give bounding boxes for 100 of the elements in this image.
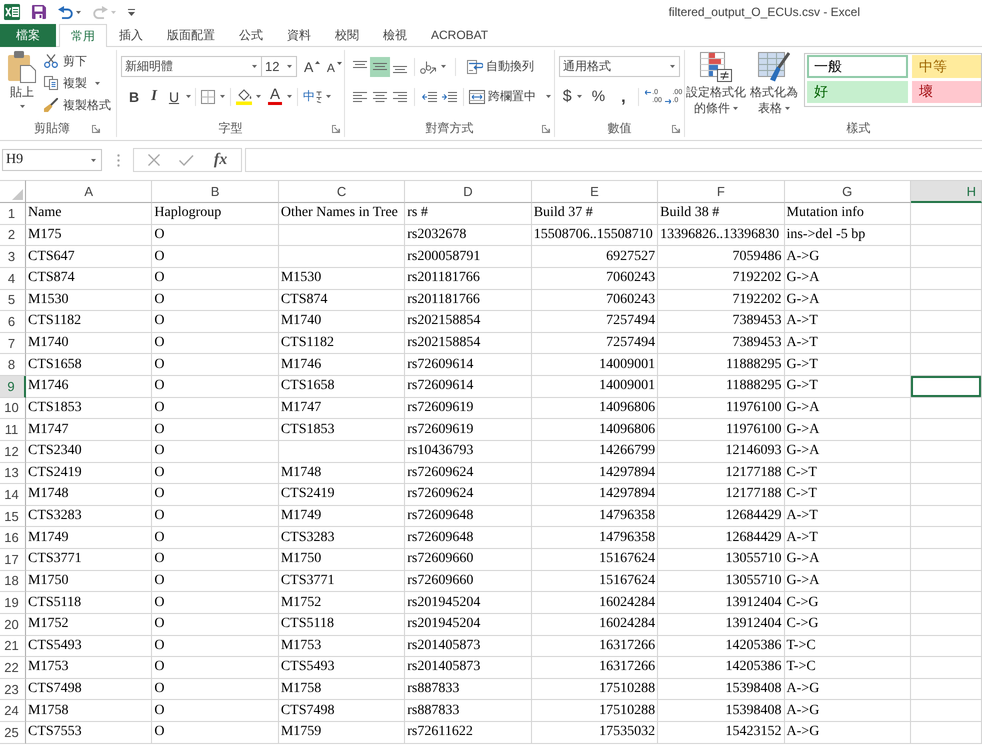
number-format-field[interactable]: 通用格式 <box>559 56 680 77</box>
spreadsheet-cell: O <box>152 311 279 333</box>
spreadsheet-cell: CTS874 <box>26 268 152 290</box>
row-header[interactable]: 17 <box>0 549 26 571</box>
dialog-launcher-icon[interactable] <box>542 124 550 132</box>
row-header[interactable]: 16 <box>0 527 26 549</box>
fill-color-button[interactable] <box>235 86 262 106</box>
caret-down-icon <box>336 62 342 64</box>
row-header[interactable]: 11 <box>0 419 26 441</box>
grow-font-button[interactable]: A <box>303 56 322 76</box>
corner-triangle-icon <box>12 189 23 200</box>
currency-button[interactable]: $ <box>562 86 582 106</box>
spreadsheet-cell: 15398408 <box>658 678 785 700</box>
row-header[interactable]: 10 <box>0 398 26 420</box>
column-header[interactable]: B <box>152 180 279 203</box>
percent-button[interactable]: % <box>589 86 608 106</box>
formula-input-field[interactable] <box>245 148 982 172</box>
column-header[interactable]: G <box>784 180 911 203</box>
conditional-formatting-button[interactable]: 設定格式化 的條件 <box>685 50 747 120</box>
ribbon-tab[interactable]: 插入 <box>107 24 155 46</box>
dialog-launcher-icon[interactable] <box>332 124 340 132</box>
dialog-launcher-icon[interactable] <box>92 124 100 132</box>
row-header[interactable]: 1 <box>0 203 26 225</box>
row-header[interactable]: 14 <box>0 484 26 506</box>
row-header[interactable]: 25 <box>0 722 26 744</box>
row-header[interactable]: 4 <box>0 268 26 290</box>
row-header[interactable]: 7 <box>0 332 26 354</box>
font-size-field[interactable]: 12 <box>261 56 297 77</box>
spreadsheet-cell: O <box>152 268 279 290</box>
ribbon-tab[interactable]: 常用 <box>59 24 107 47</box>
row-header[interactable]: 12 <box>0 440 26 462</box>
spreadsheet-cell: O <box>152 549 279 571</box>
row-header[interactable]: 22 <box>0 657 26 679</box>
active-cell[interactable] <box>910 376 982 398</box>
font-color-button[interactable]: A <box>267 86 294 106</box>
copy-button[interactable]: 複製 <box>42 72 111 94</box>
shrink-font-button[interactable]: A <box>325 56 344 76</box>
column-header[interactable]: A <box>26 180 152 203</box>
column-header[interactable]: H <box>910 180 982 203</box>
row-header[interactable]: 15 <box>0 506 26 528</box>
row-header[interactable]: 23 <box>0 678 26 700</box>
file-tab[interactable]: 檔案 <box>0 24 56 47</box>
format-painter-button[interactable]: 複製格式 <box>42 94 111 116</box>
align-middle-button[interactable] <box>370 56 390 76</box>
row-header[interactable]: 13 <box>0 462 26 484</box>
cell-style-option[interactable]: 好 <box>807 81 908 103</box>
spreadsheet-cell: rs72609619 <box>405 419 532 441</box>
spreadsheet-cell: 14096806 <box>532 419 658 441</box>
row-header[interactable]: 18 <box>0 570 26 592</box>
column-header[interactable]: F <box>658 180 785 203</box>
cell-style-option[interactable]: 壞 <box>912 81 981 103</box>
undo-button[interactable] <box>58 6 81 18</box>
ribbon-tab[interactable]: 公式 <box>227 24 275 46</box>
cut-button[interactable]: 剪下 <box>42 50 111 72</box>
name-box-field[interactable]: H9 <box>2 149 102 171</box>
paste-button[interactable]: 貼上 <box>4 50 40 120</box>
ribbon-tab[interactable]: ACROBAT <box>419 24 500 46</box>
caret-icon <box>576 95 582 98</box>
insert-function-button[interactable]: fx <box>214 151 228 169</box>
bold-button[interactable]: B <box>124 86 144 106</box>
spreadsheet-cell: A->G <box>784 246 911 268</box>
row-header[interactable]: 21 <box>0 636 26 658</box>
ribbon-tab[interactable]: 版面配置 <box>155 24 227 46</box>
caret-icon <box>287 95 292 98</box>
row-header[interactable]: 2 <box>0 224 26 246</box>
phonetic-guide-button[interactable]: 中 <box>302 86 332 106</box>
spreadsheet-cell: T->C <box>784 636 911 658</box>
dialog-launcher-icon[interactable] <box>672 124 680 132</box>
spreadsheet-cell: 16317266 <box>532 636 658 658</box>
row-header[interactable]: 3 <box>0 246 26 268</box>
customize-toolbar-button[interactable] <box>128 8 135 16</box>
row-header[interactable]: 5 <box>0 290 26 312</box>
column-header[interactable]: E <box>532 180 658 203</box>
ribbon-tab[interactable]: 校閱 <box>323 24 371 46</box>
wrap-text-button[interactable]: 自動換列 <box>466 56 535 76</box>
ribbon-tab[interactable]: 檢視 <box>371 24 419 46</box>
spreadsheet-cell: O <box>152 354 279 376</box>
column-header[interactable]: D <box>405 180 532 203</box>
row-header[interactable]: 19 <box>0 592 26 614</box>
merge-center-button[interactable]: 跨欄置中 <box>468 86 552 106</box>
group-label: 樣式 <box>846 120 870 137</box>
column-header[interactable]: C <box>278 180 406 203</box>
row-header[interactable]: 6 <box>0 311 26 333</box>
font-name-field[interactable]: 新細明體 <box>121 56 262 77</box>
row-header[interactable]: 20 <box>0 614 26 636</box>
ribbon-tab[interactable]: 資料 <box>275 24 323 46</box>
underline-button[interactable]: U <box>164 86 184 106</box>
cell-style-option[interactable]: 一般 <box>807 55 908 78</box>
empty-cell <box>910 636 982 658</box>
format-as-table-button[interactable]: 格式化為 表格 <box>747 50 801 120</box>
row-header[interactable]: 9 <box>0 376 26 398</box>
spreadsheet-cell: rs # <box>405 203 532 225</box>
italic-button[interactable]: I <box>144 86 164 106</box>
spreadsheet-cell: 7257494 <box>532 332 658 354</box>
save-button[interactable] <box>32 5 46 19</box>
comma-style-button[interactable]: , <box>614 86 632 106</box>
cell-style-option[interactable]: 中等 <box>912 55 981 78</box>
row-header[interactable]: 24 <box>0 700 26 722</box>
spreadsheet-cell: rs202158854 <box>405 311 532 333</box>
check-icon[interactable] <box>179 154 194 166</box>
